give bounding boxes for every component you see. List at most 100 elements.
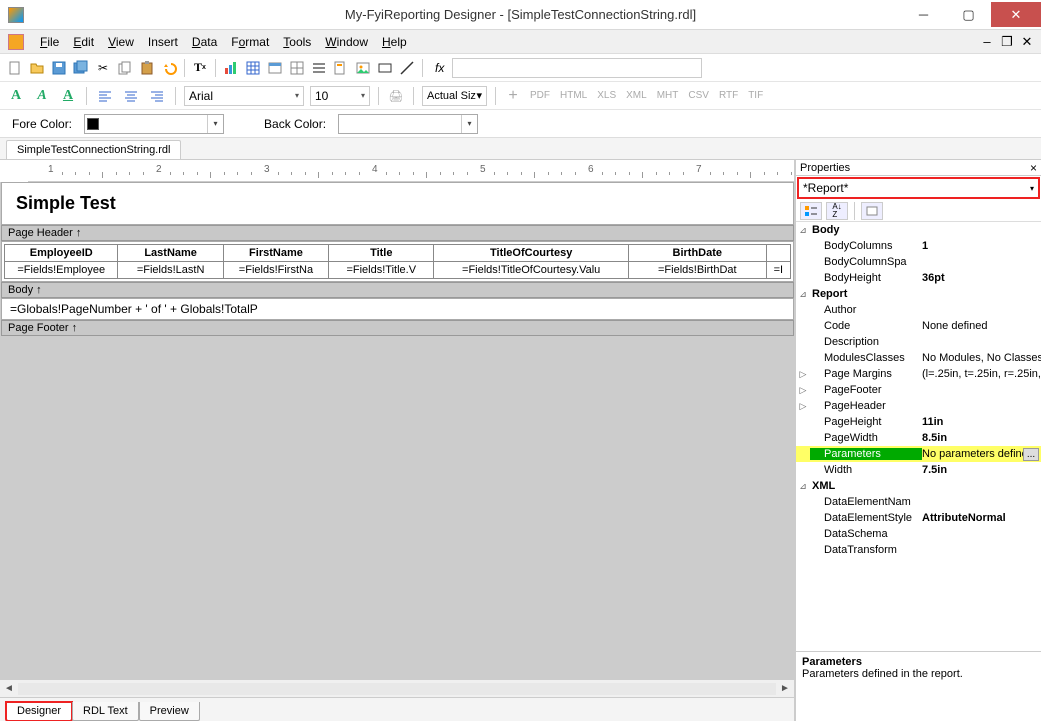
expand-icon[interactable]: ▷: [796, 369, 810, 380]
add-export-icon[interactable]: +: [504, 87, 522, 105]
close-button[interactable]: ✕: [991, 2, 1041, 27]
horizontal-scrollbar[interactable]: ◄ ►: [0, 679, 794, 697]
export-csv[interactable]: CSV: [686, 90, 711, 101]
field-cell[interactable]: =I: [766, 262, 790, 279]
align-left-icon[interactable]: [95, 86, 115, 106]
menu-view[interactable]: View: [102, 33, 140, 51]
maximize-button[interactable]: ▢: [946, 2, 991, 27]
subreport-tool-icon[interactable]: [332, 59, 350, 77]
column-header[interactable]: BirthDate: [628, 245, 766, 262]
align-center-icon[interactable]: [121, 86, 141, 106]
export-rtf[interactable]: RTF: [717, 90, 740, 101]
copy-icon[interactable]: [116, 59, 134, 77]
chart-tool-icon[interactable]: [222, 59, 240, 77]
property-value[interactable]: No Modules, No Classes d: [922, 352, 1041, 364]
report-table[interactable]: EmployeeIDLastNameFirstNameTitleTitleOfC…: [4, 244, 791, 279]
field-cell[interactable]: =Fields!FirstNa: [223, 262, 328, 279]
property-row[interactable]: ⊿Report: [796, 286, 1041, 302]
line-tool-icon[interactable]: [398, 59, 416, 77]
property-row[interactable]: ▷PageHeader: [796, 398, 1041, 414]
globals-expression[interactable]: =Globals!PageNumber + ' of ' + Globals!T…: [1, 298, 794, 320]
fore-color-combo[interactable]: ▾: [84, 114, 224, 134]
page-footer-band[interactable]: Page Footer ↑: [1, 320, 794, 336]
tab-rdl-text[interactable]: RDL Text: [72, 702, 139, 721]
menu-file[interactable]: File: [34, 33, 65, 51]
alphabetical-icon[interactable]: A↓Z: [826, 202, 848, 220]
list-tool-icon[interactable]: [310, 59, 328, 77]
menu-window[interactable]: Window: [319, 33, 374, 51]
document-tab[interactable]: SimpleTestConnectionString.rdl: [6, 140, 181, 159]
field-cell[interactable]: =Fields!Employee: [5, 262, 118, 279]
open-icon[interactable]: [28, 59, 46, 77]
tab-preview[interactable]: Preview: [139, 702, 200, 721]
export-html[interactable]: HTML: [558, 90, 589, 101]
property-row[interactable]: BodyColumnSpa: [796, 254, 1041, 270]
export-tif[interactable]: TIF: [746, 90, 765, 101]
property-value[interactable]: 36pt: [922, 272, 1041, 284]
mdi-minimize-icon[interactable]: –: [979, 34, 995, 50]
grid-tool-icon[interactable]: [244, 59, 262, 77]
scroll-right-icon[interactable]: ►: [776, 683, 794, 694]
property-row[interactable]: PageWidth8.5in: [796, 430, 1041, 446]
undo-icon[interactable]: [160, 59, 178, 77]
property-row[interactable]: ▷PageFooter: [796, 382, 1041, 398]
zoom-combo[interactable]: Actual Siz▾: [422, 86, 487, 106]
property-row[interactable]: DataSchema: [796, 526, 1041, 542]
property-row[interactable]: ⊿XML: [796, 478, 1041, 494]
minimize-button[interactable]: ─: [901, 2, 946, 27]
expand-icon[interactable]: ⊿: [796, 481, 810, 492]
image-tool-icon[interactable]: [354, 59, 372, 77]
field-cell[interactable]: =Fields!TitleOfCourtesy.Valu: [434, 262, 628, 279]
property-value[interactable]: (l=.25in, t=.25in, r=.25in, b=: [922, 368, 1041, 380]
save-icon[interactable]: [50, 59, 68, 77]
property-value[interactable]: None defined: [922, 320, 1041, 332]
table-tool-icon[interactable]: [266, 59, 284, 77]
properties-grid[interactable]: ⊿BodyBodyColumns1BodyColumnSpaBodyHeight…: [796, 222, 1041, 651]
column-header[interactable]: FirstName: [223, 245, 328, 262]
property-row[interactable]: Description: [796, 334, 1041, 350]
menu-help[interactable]: Help: [376, 33, 413, 51]
menu-insert[interactable]: Insert: [142, 33, 184, 51]
underline-icon[interactable]: A: [58, 86, 78, 106]
report-title[interactable]: Simple Test: [1, 182, 794, 225]
property-row[interactable]: CodeNone defined: [796, 318, 1041, 334]
expression-input[interactable]: [452, 58, 702, 78]
expand-icon[interactable]: ⊿: [796, 225, 810, 236]
back-color-combo[interactable]: ▾: [338, 114, 478, 134]
design-canvas[interactable]: Simple Test Page Header ↑ EmployeeIDLast…: [0, 182, 794, 679]
paste-icon[interactable]: [138, 59, 156, 77]
bold-icon[interactable]: A: [6, 86, 26, 106]
export-xls[interactable]: XLS: [595, 90, 618, 101]
properties-object-combo[interactable]: *Report*▾: [798, 178, 1039, 198]
property-row[interactable]: ModulesClassesNo Modules, No Classes d: [796, 350, 1041, 366]
property-row[interactable]: DataTransform: [796, 542, 1041, 558]
export-xml[interactable]: XML: [624, 90, 649, 101]
matrix-tool-icon[interactable]: [288, 59, 306, 77]
property-row[interactable]: BodyHeight36pt: [796, 270, 1041, 286]
column-header[interactable]: EmployeeID: [5, 245, 118, 262]
tab-designer[interactable]: Designer: [6, 702, 72, 721]
mdi-restore-icon[interactable]: ❐: [999, 34, 1015, 50]
ellipsis-button[interactable]: ...: [1023, 448, 1039, 461]
property-value[interactable]: 11in: [922, 416, 1041, 428]
property-value[interactable]: AttributeNormal: [922, 512, 1041, 524]
property-row[interactable]: PageHeight11in: [796, 414, 1041, 430]
menu-data[interactable]: Data: [186, 33, 223, 51]
expand-icon[interactable]: ⊿: [796, 289, 810, 300]
field-cell[interactable]: =Fields!BirthDat: [628, 262, 766, 279]
italic-icon[interactable]: A: [32, 86, 52, 106]
property-row[interactable]: ▷Page Margins(l=.25in, t=.25in, r=.25in,…: [796, 366, 1041, 382]
property-row[interactable]: ⊿Body: [796, 222, 1041, 238]
expand-icon[interactable]: ▷: [796, 385, 810, 396]
property-row[interactable]: BodyColumns1: [796, 238, 1041, 254]
page-header-band[interactable]: Page Header ↑: [1, 225, 794, 241]
field-cell[interactable]: =Fields!Title.V: [329, 262, 434, 279]
export-mht[interactable]: MHT: [655, 90, 681, 101]
property-pages-icon[interactable]: [861, 202, 883, 220]
align-right-icon[interactable]: [147, 86, 167, 106]
new-icon[interactable]: [6, 59, 24, 77]
property-row[interactable]: DataElementStyleAttributeNormal: [796, 510, 1041, 526]
categorized-icon[interactable]: [800, 202, 822, 220]
expand-icon[interactable]: ▷: [796, 401, 810, 412]
saveall-icon[interactable]: [72, 59, 90, 77]
